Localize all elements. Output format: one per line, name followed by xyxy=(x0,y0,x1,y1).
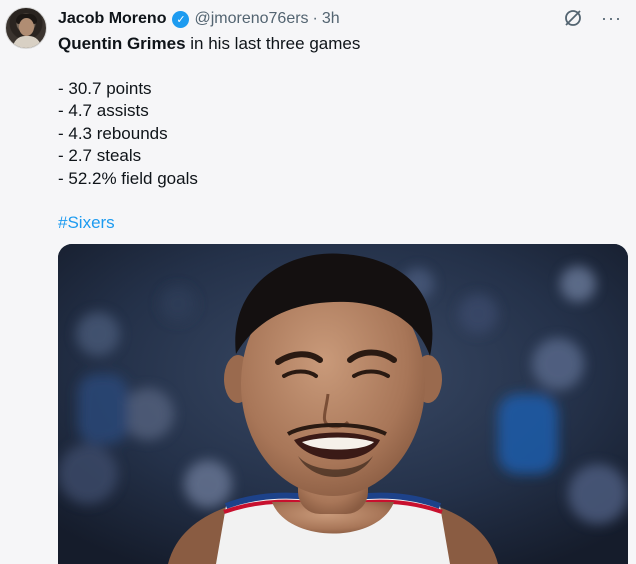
grok-icon[interactable] xyxy=(563,8,583,28)
stat-line: - 30.7 points xyxy=(58,78,152,98)
timestamp[interactable]: 3h xyxy=(322,10,340,28)
hashtag-link[interactable]: #Sixers xyxy=(58,212,360,235)
stat-line: - 4.7 assists xyxy=(58,101,149,120)
header-separator: · xyxy=(312,10,318,27)
avatar-face xyxy=(19,18,34,36)
tweet-top-actions: ··· xyxy=(563,8,622,28)
player-name: Quentin Grimes xyxy=(58,34,186,53)
stat-line: - 52.2% field goals xyxy=(58,168,198,188)
tweet-header: Jacob Moreno ✓ @jmoreno76ers · 3h xyxy=(58,8,340,30)
tweet[interactable]: Jacob Moreno ✓ @jmoreno76ers · 3h ··· Qu… xyxy=(0,0,636,564)
tweet-intro: Quentin Grimes in his last three games xyxy=(58,33,360,56)
stat-line: - 4.3 rebounds xyxy=(58,123,168,143)
verified-badge-icon: ✓ xyxy=(172,10,190,28)
stat-line: - 2.7 steals xyxy=(58,146,142,165)
author-handle[interactable]: @jmoreno76ers xyxy=(194,10,308,28)
intro-text: in his last three games xyxy=(185,34,361,53)
more-options-icon[interactable]: ··· xyxy=(601,9,622,27)
tweet-text: Quentin Grimes in his last three games -… xyxy=(58,33,360,235)
author-name[interactable]: Jacob Moreno xyxy=(58,10,166,28)
player-photo-illustration xyxy=(58,244,628,564)
avatar-body xyxy=(13,36,41,48)
avatar[interactable] xyxy=(5,7,47,49)
tweet-photo[interactable] xyxy=(58,244,628,564)
